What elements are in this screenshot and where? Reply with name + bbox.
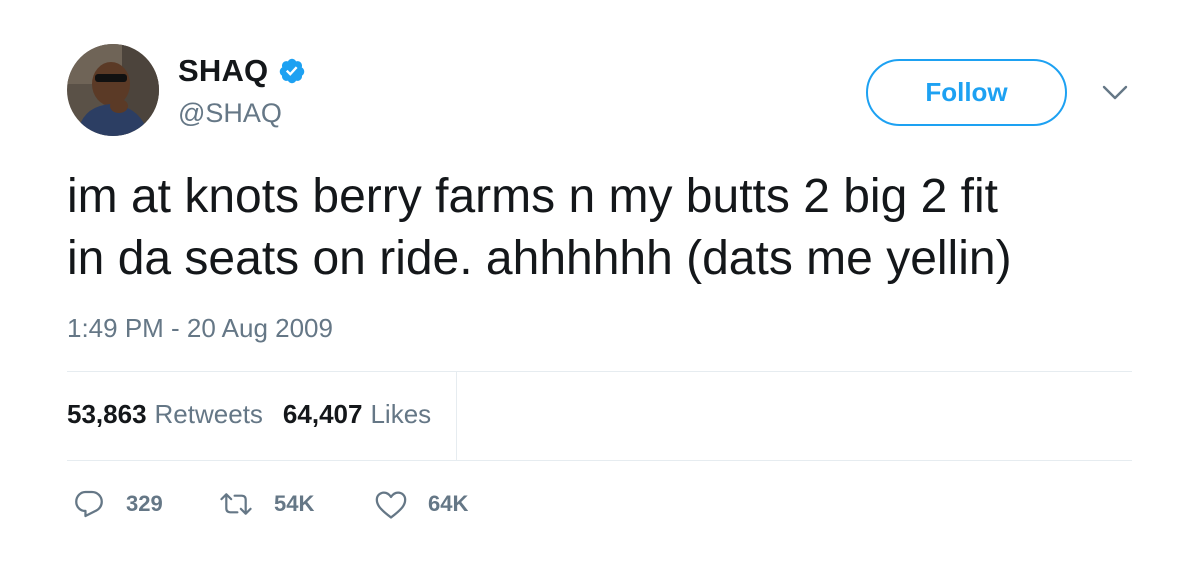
user-handle[interactable]: @SHAQ [178,98,282,129]
tweet-timestamp[interactable]: 1:49 PM - 20 Aug 2009 [67,313,333,344]
retweet-button[interactable]: 54K [218,487,374,521]
chevron-down-icon[interactable] [1102,84,1128,102]
like-button[interactable]: 64K [374,488,514,520]
retweets-count: 53,863 [67,399,147,429]
reply-button[interactable]: 329 [72,487,218,521]
likes-count: 64,407 [282,399,363,429]
heart-icon [375,491,407,519]
tweet-card: SHAQ @SHAQ Follow im at knots berry farm… [0,0,1200,569]
divider [67,460,1132,461]
divider [67,371,1132,372]
profile-photo [67,44,159,136]
retweets-label: Retweets [154,399,263,429]
avatar[interactable] [67,44,159,136]
action-bar: 329 54K 64K [72,487,514,521]
name-row: SHAQ [178,53,306,89]
tweet-stats: 53,863 Retweets 64,407 Likes [67,399,431,430]
tweet-text: im at knots berry farms n my butts 2 big… [67,166,1147,290]
likes-stat[interactable]: 64,407 Likes [283,399,431,430]
tweet-text-line: in da seats on ride. ahhhhhh (dats me ye… [67,232,1012,285]
retweet-icon [220,493,252,515]
tweet-text-line: im at knots berry farms n my butts 2 big… [67,170,998,223]
retweets-stat[interactable]: 53,863 Retweets [67,399,263,430]
reply-icon [75,490,103,518]
divider [456,372,457,460]
display-name[interactable]: SHAQ [178,53,268,89]
reply-count: 329 [126,491,163,516]
likes-label: Likes [370,399,432,429]
verified-badge-icon [278,57,306,85]
like-count: 64K [428,491,469,516]
follow-button[interactable]: Follow [866,59,1067,126]
retweet-count: 54K [274,491,315,516]
